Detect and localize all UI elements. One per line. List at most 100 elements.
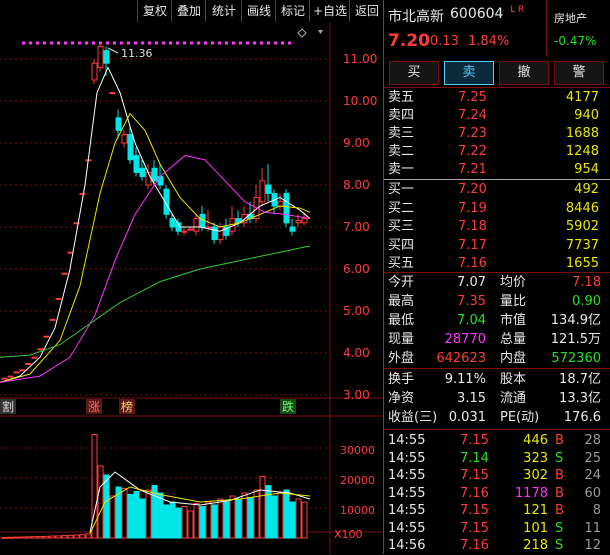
alert-button[interactable]: 警	[554, 61, 604, 85]
tick-row[interactable]: 14:55 7.15 121 B 8	[384, 502, 610, 520]
bid-row[interactable]: 买五 7.16 1655	[384, 255, 610, 273]
ask-row[interactable]: 卖一 7.21 954	[384, 161, 610, 179]
stat-value: 0.031	[448, 410, 486, 425]
tick-row[interactable]: 14:55 7.14 323 S 25	[384, 450, 610, 468]
cancel-order-button[interactable]: 撤	[499, 61, 549, 85]
candle-body	[301, 218, 308, 224]
price-change: 0.13	[430, 34, 459, 49]
volume-bar	[295, 498, 302, 539]
volume-unit-label: X100	[334, 528, 363, 541]
stat-value: 572360	[551, 351, 601, 366]
sector-name[interactable]: 房地产	[554, 10, 587, 26]
candle-body	[115, 117, 122, 131]
ask-price: 7.22	[458, 144, 487, 159]
stat-value: 7.35	[457, 294, 486, 309]
volume-bar	[235, 498, 242, 539]
tick-side: S	[555, 538, 564, 553]
fuquan-button[interactable]: 复权	[137, 0, 172, 22]
ask-price: 7.25	[458, 90, 487, 105]
statistics-button[interactable]: 统计	[205, 0, 242, 22]
volume-bar	[217, 498, 224, 539]
candle-body	[169, 218, 176, 228]
stat-value: 7.18	[572, 275, 601, 290]
kline-chart[interactable]: 11.00 10.00 9.00 8.00 7.00 6.00 5.00 4.00 3.00 30…	[0, 22, 383, 554]
ask-row[interactable]: 卖三 7.23 1688	[384, 125, 610, 143]
candle-body	[193, 218, 200, 232]
quote-panel: 市北高新 600604 L R 房地产 -0.47% 7.20 0.13 1.8…	[383, 0, 610, 554]
tick-row[interactable]: 14:56 7.16 218 S 12	[384, 537, 610, 555]
price-axis-label: 5.00	[343, 304, 370, 318]
tick-count: 11	[584, 520, 601, 536]
high-price-label: 11.36	[121, 47, 153, 60]
tick-side: S	[555, 520, 564, 536]
candle-body	[187, 228, 194, 231]
tick-row[interactable]: 14:55 7.15 101 S 11	[384, 520, 610, 538]
volume-bar	[283, 489, 290, 539]
candle-body	[61, 272, 68, 275]
volume-bar	[43, 535, 50, 539]
volume-bar	[265, 485, 272, 539]
draw-line-button[interactable]: 画线	[241, 0, 276, 22]
price-axis-label: 4.00	[343, 346, 370, 360]
ask-row[interactable]: 卖四 7.24 940	[384, 107, 610, 125]
buy-button[interactable]: 买	[389, 61, 439, 85]
stock-tags: L R	[510, 5, 525, 15]
candle-body	[181, 230, 188, 233]
marker-zhang: 涨	[88, 399, 100, 414]
back-button[interactable]: 返回	[349, 0, 384, 22]
tick-row[interactable]: 14:55 7.15 302 B 24	[384, 467, 610, 485]
ask-row[interactable]: 卖五 7.25 4177	[384, 89, 610, 107]
stat-value: 28770	[444, 332, 486, 347]
tick-row[interactable]: 14:55 7.15 446 B 28	[384, 432, 610, 450]
candle-body	[295, 220, 302, 224]
current-price: 7.20	[388, 31, 430, 51]
stats-row: 最高 7.35 量比 0.90	[384, 293, 610, 311]
tick-row[interactable]: 14:55 7.16 1178 B 60	[384, 485, 610, 503]
stat-value: 3.15	[457, 391, 486, 406]
sell-button[interactable]: 卖	[444, 61, 494, 85]
add-favorite-button[interactable]: +自选	[309, 0, 350, 22]
candle-body	[217, 226, 224, 241]
candlesticks	[1, 43, 308, 380]
sector-change: -0.47%	[554, 34, 597, 48]
tick-time: 14:55	[388, 468, 426, 483]
candle-body	[151, 167, 158, 182]
chart-toolbar: 复权 叠加 统计 画线 标记 +自选 返回	[0, 0, 383, 22]
volume-bar	[241, 492, 248, 539]
candle-body	[211, 226, 218, 241]
candle-body	[277, 201, 284, 207]
stats-row: 最低 7.04 市值 134.9亿	[384, 312, 610, 330]
bid-volume: 1655	[565, 256, 599, 271]
candle-body	[259, 180, 266, 203]
axis-labels: 11.00 10.00 9.00 8.00 7.00 6.00 5.00 4.00 3.00 30…	[0, 28, 377, 541]
bid-row[interactable]: 买二 7.19 8446	[384, 200, 610, 218]
price-axis-label: 9.00	[343, 136, 370, 150]
volume-bar	[187, 510, 194, 539]
bid-row[interactable]: 买三 7.18 5902	[384, 218, 610, 236]
marker-left: 割	[2, 399, 14, 414]
candle-body	[103, 50, 110, 64]
ma10-line	[0, 112, 311, 383]
bid-row[interactable]: 买四 7.17 7737	[384, 237, 610, 255]
tick-price: 7.15	[460, 520, 489, 536]
diamond-icon	[297, 28, 307, 38]
candle-body	[283, 192, 290, 224]
stat-value: 176.6	[563, 410, 601, 425]
divider	[384, 368, 610, 369]
volume-bar	[31, 536, 38, 539]
bid-label: 买五	[388, 256, 415, 271]
candle-body	[49, 318, 56, 321]
tick-side: S	[555, 450, 564, 466]
price-axis-label: 11.00	[343, 52, 377, 66]
tick-time: 14:56	[388, 538, 426, 553]
divider	[384, 429, 610, 430]
bid-row[interactable]: 买一 7.20 492	[384, 181, 610, 199]
volume-bar	[55, 535, 62, 539]
ask-row[interactable]: 卖二 7.22 1248	[384, 143, 610, 161]
stat-value: 121.5万	[550, 332, 601, 347]
overlay-button[interactable]: 叠加	[171, 0, 206, 22]
volume-bar	[139, 498, 146, 539]
tick-time: 14:55	[388, 520, 426, 536]
tick-count: 12	[584, 538, 601, 553]
mark-button[interactable]: 标记	[275, 0, 310, 22]
